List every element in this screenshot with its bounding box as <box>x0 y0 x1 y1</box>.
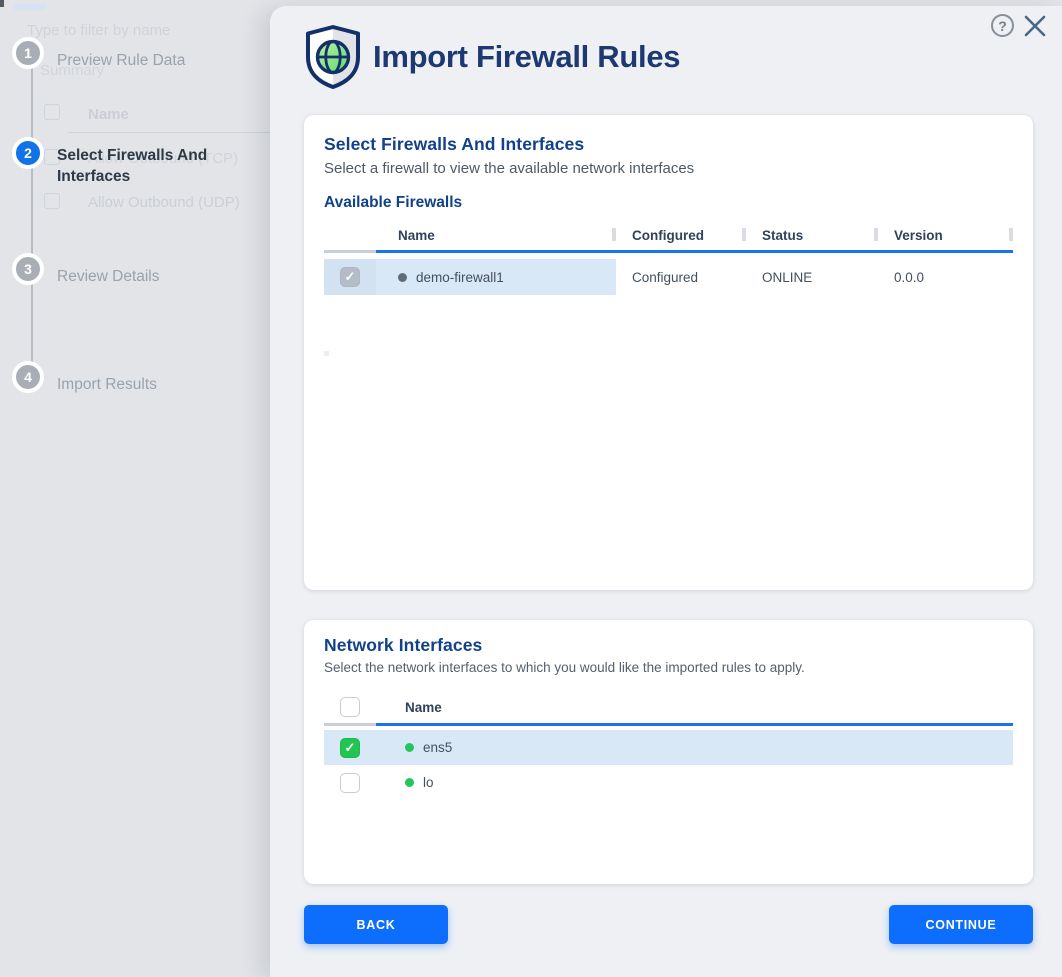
interface-checkbox-lo[interactable] <box>340 773 360 793</box>
step-1-label: Preview Rule Data <box>57 50 269 71</box>
ghost-filter-bar <box>13 4 46 10</box>
stepper-step-review-details[interactable]: 3 Review Details <box>12 253 269 287</box>
card-title: Network Interfaces <box>324 635 1013 656</box>
firewall-row-demo-firewall1[interactable]: demo-firewall1 Configured ONLINE 0.0.0 <box>324 259 1013 295</box>
interface-status-dot <box>405 743 414 752</box>
ghost-rule-udp: Allow Outbound (UDP) <box>88 194 240 211</box>
card-title: Select Firewalls And Interfaces <box>324 134 1013 155</box>
firewall-status-value: ONLINE <box>746 270 878 285</box>
firewalls-table: Name Configured Status Version <box>324 220 1013 295</box>
ghost-checkbox <box>44 193 60 209</box>
back-button[interactable]: BACK <box>304 905 448 944</box>
column-resize-handle[interactable] <box>612 228 616 241</box>
card-subtitle: Select a firewall to view the available … <box>324 160 1013 177</box>
column-resize-handle[interactable] <box>742 228 746 241</box>
step-4-label: Import Results <box>57 374 269 395</box>
interface-name: lo <box>423 775 434 790</box>
firewall-configured-value: Configured <box>616 270 746 285</box>
firewall-status-dot <box>398 273 407 282</box>
interface-name: ens5 <box>423 740 452 755</box>
interfaces-table-header: Name <box>324 691 1013 723</box>
interfaces-table: Name ens5 lo <box>324 691 1013 800</box>
column-header-name: Name <box>376 700 616 715</box>
select-all-interfaces-checkbox[interactable] <box>340 697 360 717</box>
dialog-title: Import Firewall Rules <box>373 39 680 75</box>
help-icon[interactable]: ? <box>991 14 1014 37</box>
network-interfaces-card: Network Interfaces Select the network in… <box>304 620 1033 884</box>
continue-button[interactable]: CONTINUE <box>889 905 1033 944</box>
column-header-name: Name <box>376 228 616 243</box>
step-2-circle: 2 <box>12 137 44 169</box>
column-header-configured: Configured <box>616 228 746 243</box>
firewalls-table-header: Name Configured Status Version <box>324 220 1013 250</box>
column-resize-handle[interactable] <box>1009 228 1013 241</box>
import-firewall-rules-wizard: Type to filter by name Summary Name Allo… <box>0 0 1062 977</box>
available-firewalls-heading: Available Firewalls <box>324 194 1013 212</box>
table-header-underline <box>324 723 1013 726</box>
step-2-label: Select Firewalls And Interfaces <box>57 145 269 187</box>
stepper-step-preview-rule-data[interactable]: 1 Preview Rule Data <box>12 37 269 71</box>
card-subtitle: Select the network interfaces to which y… <box>324 660 1013 675</box>
ghost-divider <box>68 132 270 133</box>
interface-checkbox-ens5[interactable] <box>340 738 360 758</box>
step-4-circle: 4 <box>12 361 44 393</box>
column-header-version: Version <box>878 228 1013 243</box>
step-3-label: Review Details <box>57 266 269 287</box>
ghost-artifact-dot <box>324 351 329 356</box>
ghost-checkbox <box>44 104 60 120</box>
step-1-circle: 1 <box>12 37 44 69</box>
column-resize-handle[interactable] <box>874 228 878 241</box>
interface-status-dot <box>405 778 414 787</box>
ghost-page-corner <box>0 0 4 7</box>
select-firewalls-card: Select Firewalls And Interfaces Select a… <box>304 115 1033 590</box>
stepper-step-import-results[interactable]: 4 Import Results <box>12 361 269 395</box>
column-header-status: Status <box>746 228 878 243</box>
table-header-underline <box>324 250 1013 253</box>
step-3-circle: 3 <box>12 253 44 285</box>
dialog-header: Import Firewall Rules <box>303 24 680 90</box>
close-icon[interactable] <box>1022 13 1048 39</box>
stepper-step-select-firewalls[interactable]: 2 Select Firewalls And Interfaces <box>12 137 269 187</box>
interface-row-lo[interactable]: lo <box>324 765 1013 800</box>
firewall-shield-globe-icon <box>303 24 363 90</box>
firewall-name: demo-firewall1 <box>416 270 504 285</box>
stepper-connector-line <box>31 57 33 381</box>
firewall-version-value: 0.0.0 <box>878 270 1013 285</box>
interface-row-ens5[interactable]: ens5 <box>324 730 1013 765</box>
firewall-row-checkbox[interactable] <box>340 267 360 287</box>
ghost-name-header: Name <box>88 106 129 123</box>
